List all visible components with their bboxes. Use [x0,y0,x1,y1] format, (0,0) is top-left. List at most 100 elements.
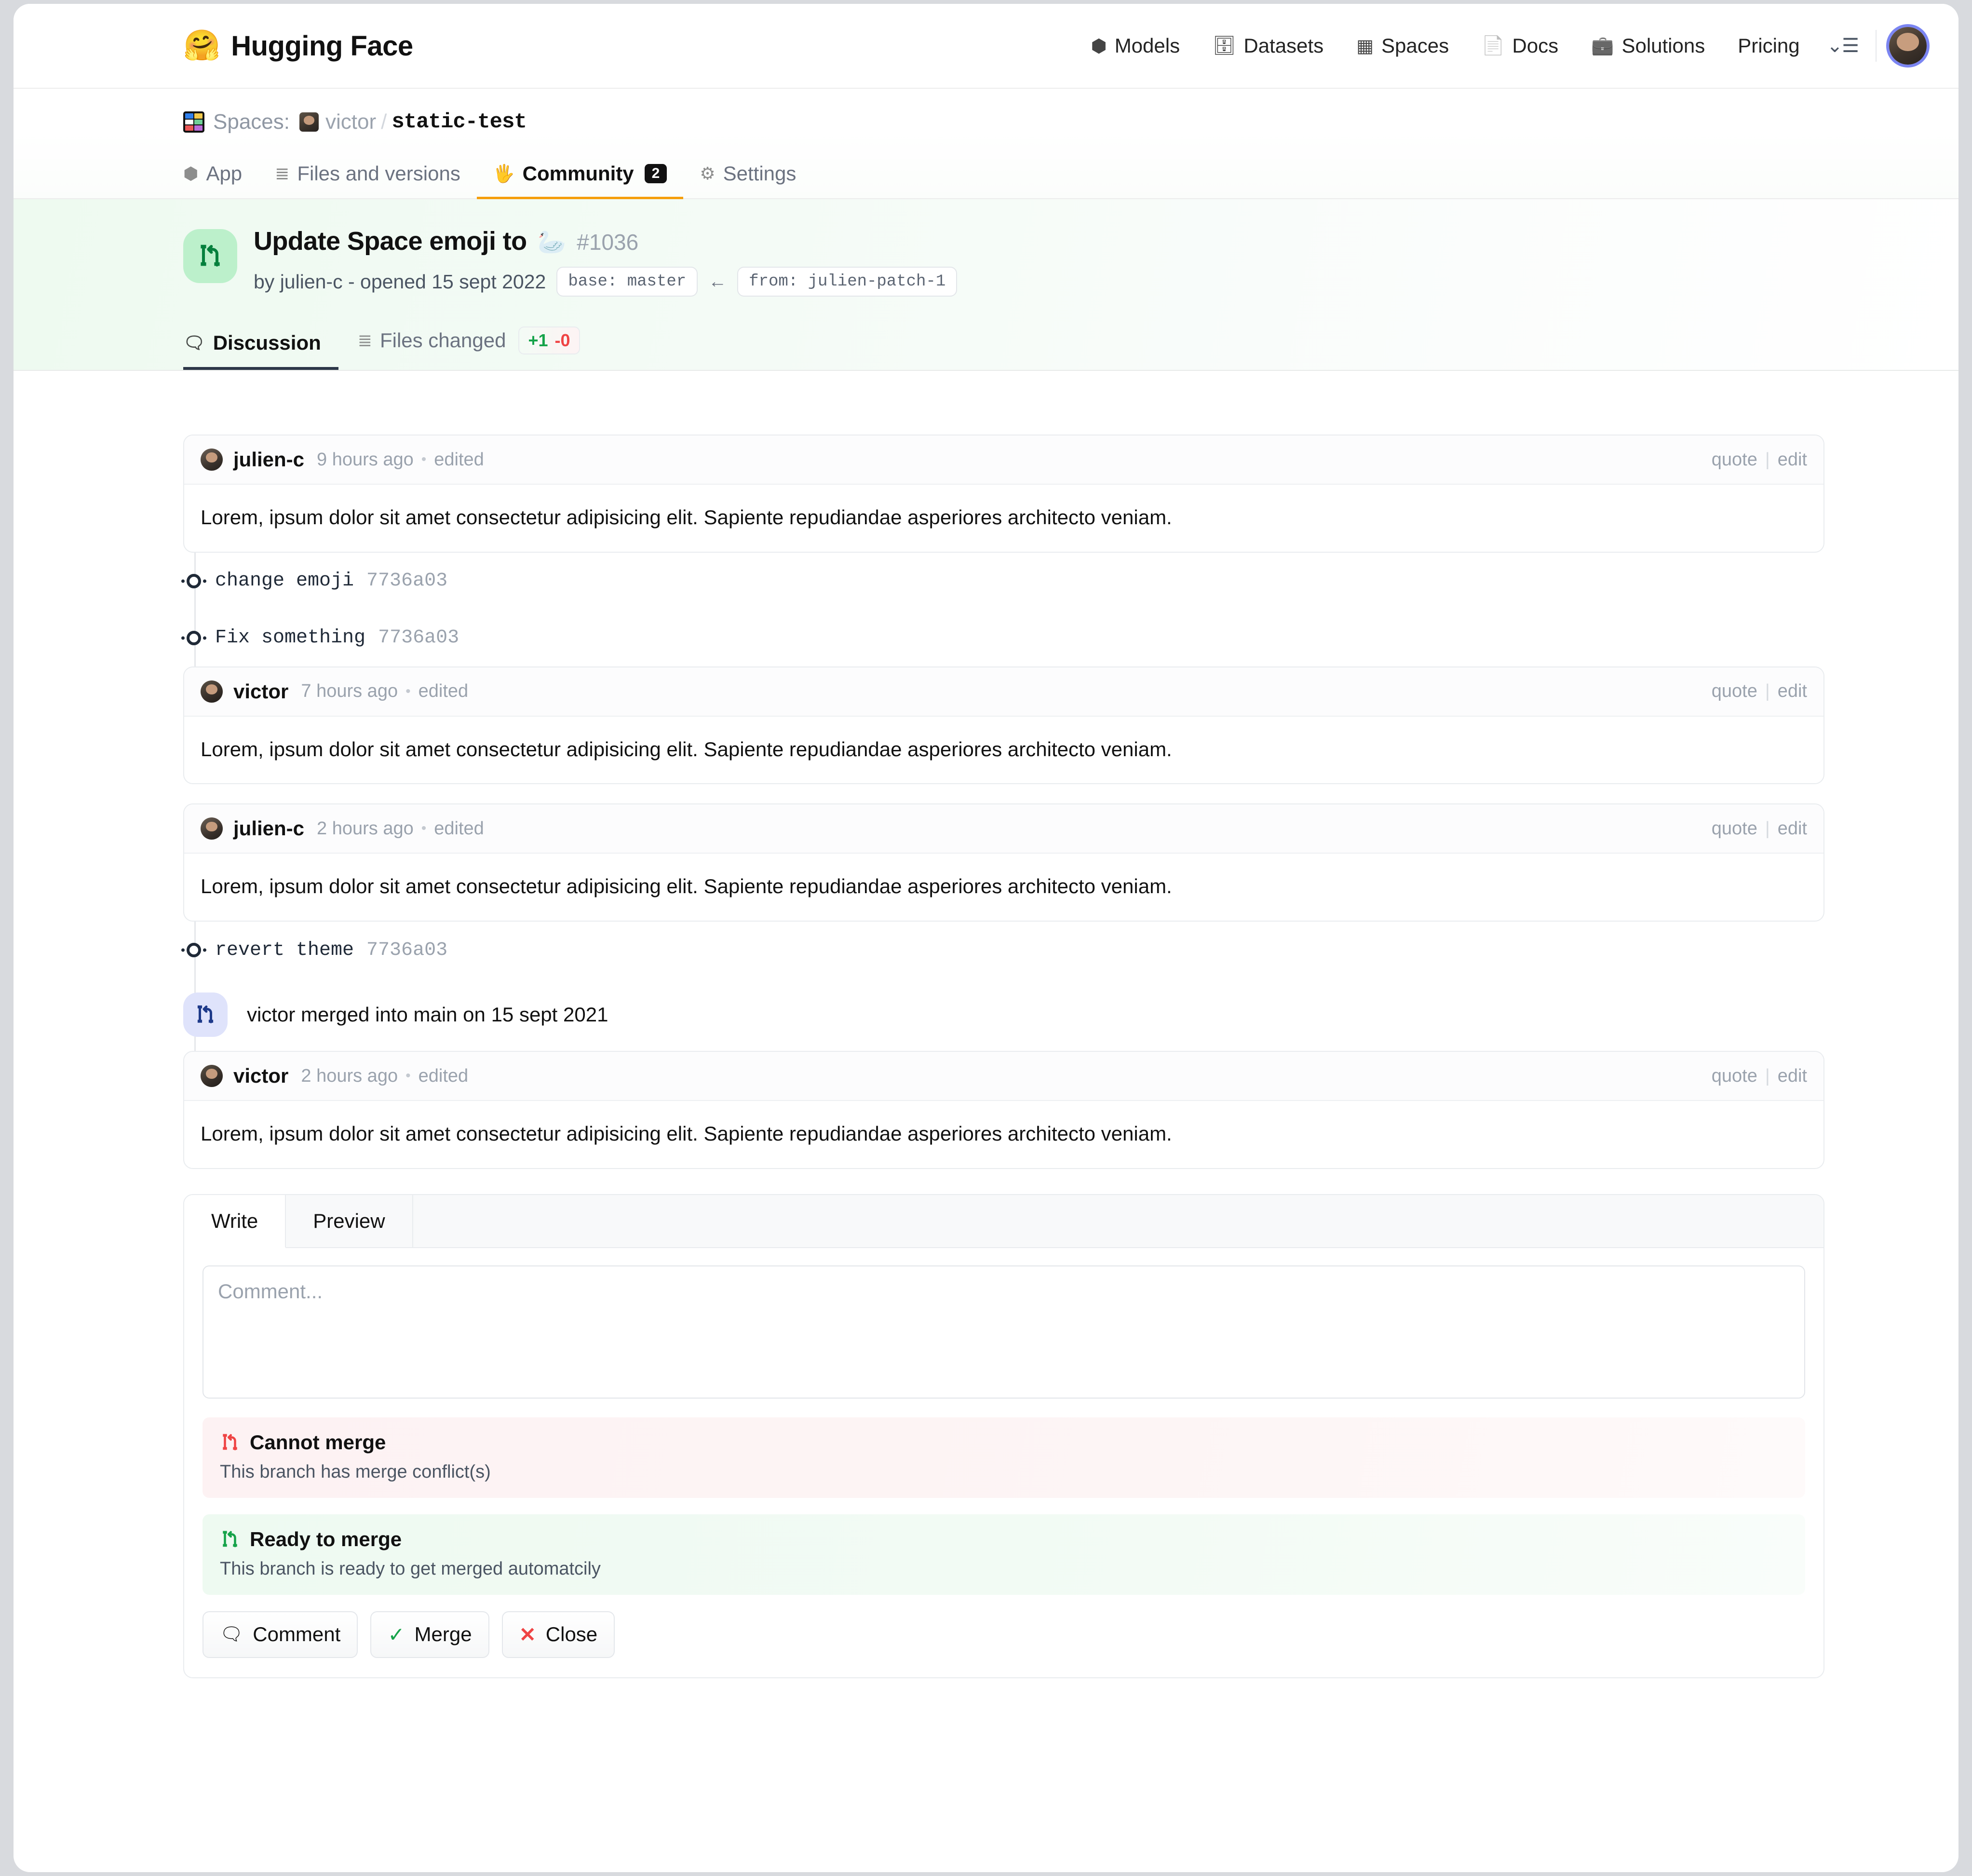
commit-message: Fix something [215,627,366,649]
tab-label: Files and versions [297,162,460,185]
base-branch-chip: base: master [556,267,698,297]
tab-label: App [206,162,243,185]
nav-item-datasets[interactable]: 🗄 Datasets [1196,34,1340,57]
edit-link[interactable]: edit [1778,1066,1807,1087]
grid-icon: ▦ [1356,36,1374,56]
menu-chevron-icon[interactable]: ⌄☰ [1816,35,1871,57]
edited-label: edited [418,681,469,702]
swan-emoji-icon: 🦢 [537,230,567,255]
banner-title: Ready to merge [250,1527,402,1550]
tab-files-changed[interactable]: ≣ Files changed +1 -0 [358,319,597,370]
diff-added: +1 [528,330,548,350]
nav-item-spaces[interactable]: ▦ Spaces [1340,34,1465,57]
quote-link[interactable]: quote [1712,449,1757,470]
comment-body: Lorem, ipsum dolor sit amet consectetur … [201,1122,1172,1145]
tab-label: Files changed [379,329,506,352]
brand-logo[interactable]: 🤗 Hugging Face [183,30,413,62]
nav-item-models[interactable]: ⬢ Models [1075,34,1197,57]
nav-item-docs[interactable]: 📄 Docs [1465,34,1575,57]
merge-event-text: victor merged into main on 15 sept 2021 [247,1003,608,1026]
comment-card: julien-c 2 hours ago • edited quote | ed… [183,803,1824,922]
composer-actions: 🗨 Comment ✓ Merge ✕ Close [184,1595,1823,1677]
comment-card: victor 2 hours ago • edited quote | edit… [183,1051,1824,1169]
tab-label: Community [522,162,634,185]
comment-button[interactable]: 🗨 Comment [203,1611,358,1658]
nav-divider [1876,30,1877,62]
commit-message: revert theme [215,939,354,961]
edit-link[interactable]: edit [1778,818,1807,839]
edit-link[interactable]: edit [1778,681,1807,702]
cube-icon: ⬢ [183,163,199,183]
brand-name: Hugging Face [231,30,413,62]
comment-body: Lorem, ipsum dolor sit amet consectetur … [201,875,1172,898]
tab-preview[interactable]: Preview [286,1195,413,1247]
top-navigation-bar: 🤗 Hugging Face ⬢ Models 🗄 Datasets ▦ Spa… [14,4,1958,89]
commit-event[interactable]: revert theme 7736a03 [187,922,1824,979]
cannot-merge-banner: Cannot merge This branch has merge confl… [203,1417,1805,1498]
comment-timestamp: 9 hours ago [317,449,414,470]
tab-community[interactable]: 🖐 Community 2 [476,155,684,199]
tab-app[interactable]: ⬢ App [183,155,258,199]
commit-event[interactable]: change emoji 7736a03 [187,553,1824,610]
avatar [201,817,223,840]
comment-header: victor 2 hours ago • edited quote | edit [184,1052,1823,1101]
comment-body: Lorem, ipsum dolor sit amet consectetur … [201,506,1172,529]
wave-hand-icon: 🖐 [493,163,515,183]
comment-timestamp: 2 hours ago [317,818,414,839]
spaces-icon [183,111,204,133]
comment-author[interactable]: victor [233,680,288,703]
banner-title: Cannot merge [250,1430,386,1454]
files-icon: ≣ [357,330,372,350]
hugging-face-emoji-icon: 🤗 [183,29,221,62]
database-icon: 🗄 [1213,36,1236,56]
tab-settings[interactable]: ⚙ Settings [683,155,812,199]
avatar[interactable] [1889,27,1927,65]
nav-label: Models [1114,34,1180,57]
commit-sha[interactable]: 7736a03 [378,627,459,649]
app-window: 🤗 Hugging Face ⬢ Models 🗄 Datasets ▦ Spa… [14,4,1958,1872]
tab-discussion[interactable]: 🗨 Discussion [183,324,338,370]
tab-write[interactable]: Write [184,1195,286,1248]
timeline-segment: revert theme 7736a03 victor merged into [183,922,1824,1051]
nav-label: Pricing [1738,34,1800,57]
close-button[interactable]: ✕ Close [501,1611,615,1658]
action-separator: | [1765,681,1770,702]
comment-input[interactable] [203,1265,1805,1399]
discussion-icon: 🗨 [183,333,205,353]
pull-request-tab-bar: 🗨 Discussion ≣ Files changed +1 -0 [183,319,1958,370]
nav-label: Docs [1512,34,1559,57]
comment-author[interactable]: julien-c [233,448,304,471]
button-label: Close [545,1623,598,1646]
commit-sha[interactable]: 7736a03 [366,570,447,592]
pull-request-meta: by julien-c - opened 15 sept 2022 [254,270,546,293]
comment-author[interactable]: victor [233,1064,288,1088]
avatar [201,449,223,471]
comment-author[interactable]: julien-c [233,817,304,840]
pull-request-icon [183,992,228,1037]
breadcrumb-section[interactable]: Spaces: [213,110,290,134]
x-icon: ✕ [519,1623,536,1646]
comment-header: julien-c 2 hours ago • edited quote | ed… [184,804,1823,854]
merge-button[interactable]: ✓ Merge [370,1611,489,1658]
breadcrumb-repo[interactable]: static-test [392,110,527,134]
quote-link[interactable]: quote [1712,1066,1757,1087]
nav-item-solutions[interactable]: 💼 Solutions [1575,34,1721,57]
comment-body: Lorem, ipsum dolor sit amet consectetur … [201,737,1172,761]
edit-link[interactable]: edit [1778,449,1807,470]
commit-sha[interactable]: 7736a03 [366,939,447,961]
cube-icon: ⬢ [1091,36,1107,56]
avatar [201,680,223,703]
commit-event[interactable]: Fix something 7736a03 [187,610,1824,666]
community-count-badge: 2 [644,164,667,183]
avatar [201,1065,223,1088]
action-separator: | [1765,818,1770,839]
quote-link[interactable]: quote [1712,681,1757,702]
edited-label: edited [418,1065,469,1086]
comment-card: victor 7 hours ago • edited quote | edit… [183,666,1824,785]
action-separator: | [1765,1065,1770,1086]
arrow-left-icon: ← [708,271,727,292]
breadcrumb-owner[interactable]: victor [325,110,376,134]
tab-files-and-versions[interactable]: ≣ Files and versions [258,155,477,199]
quote-link[interactable]: quote [1712,818,1757,839]
nav-item-pricing[interactable]: Pricing [1721,34,1816,57]
